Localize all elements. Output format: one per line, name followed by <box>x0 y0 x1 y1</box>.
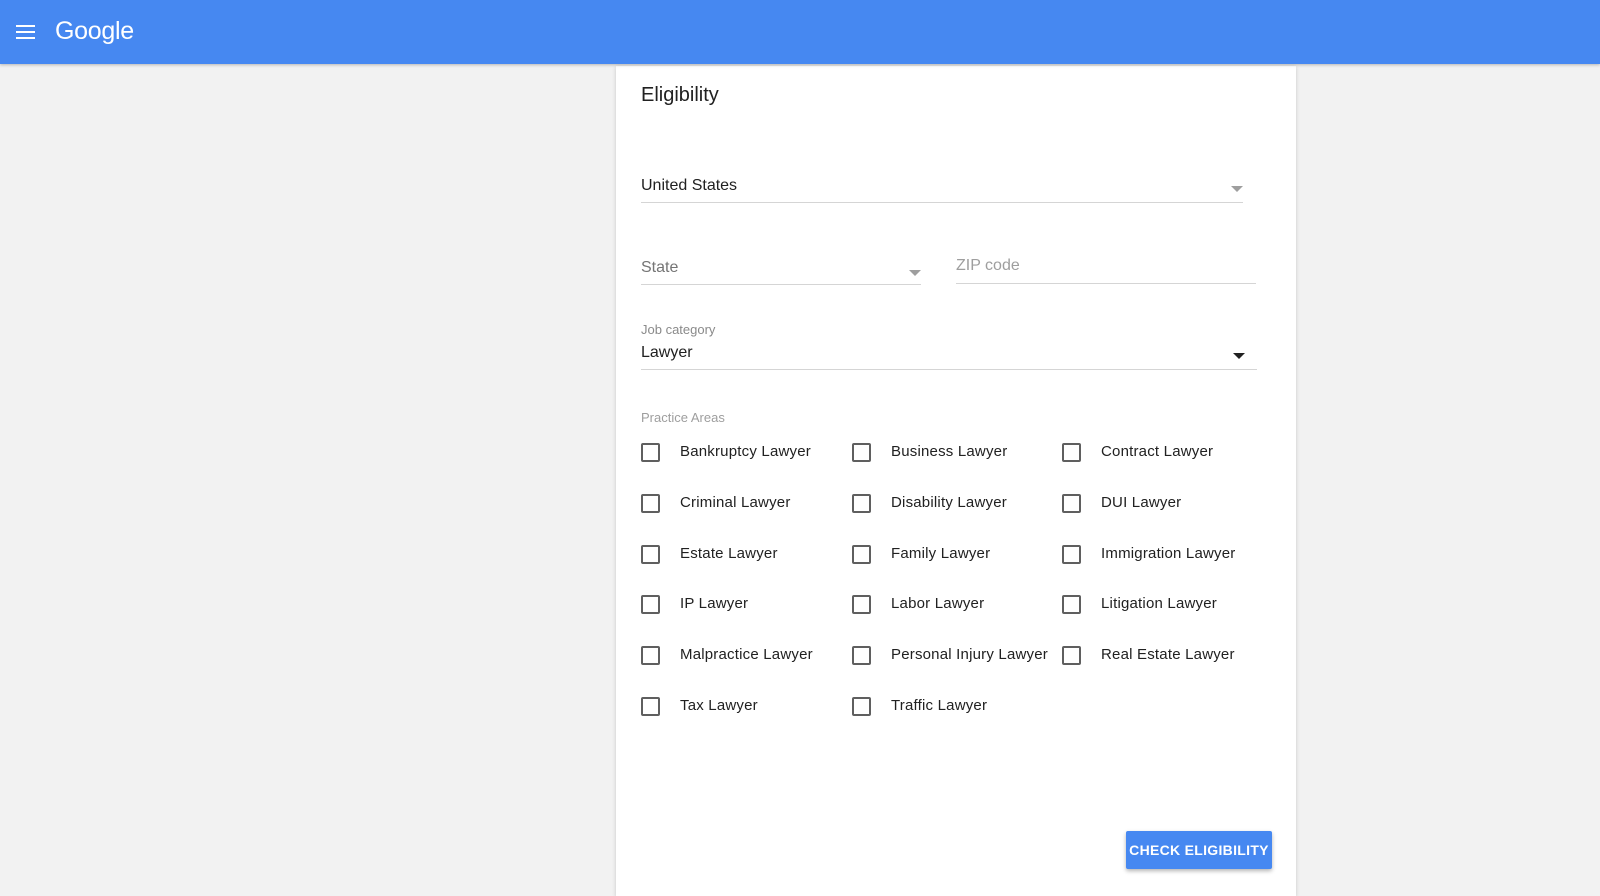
practice-area-item[interactable]: Tax Lawyer <box>641 694 852 745</box>
job-category-select[interactable]: Lawyer <box>641 341 1257 370</box>
practice-area-label: IP Lawyer <box>680 595 749 613</box>
practice-area-item[interactable]: IP Lawyer <box>641 592 852 643</box>
checkbox[interactable] <box>852 443 871 462</box>
checkbox[interactable] <box>852 646 871 666</box>
practice-area-item[interactable]: Estate Lawyer <box>641 542 852 593</box>
checkbox[interactable] <box>641 493 660 513</box>
practice-area-label: Tax Lawyer <box>680 696 758 714</box>
eligibility-card: Eligibility United States State Job cate… <box>616 66 1296 896</box>
country-select[interactable]: United States <box>641 174 1243 203</box>
app-header: Google <box>0 0 1600 64</box>
chevron-down-icon <box>1231 186 1243 192</box>
google-logo[interactable]: Google <box>55 16 134 46</box>
practice-area-item[interactable]: Disability Lawyer <box>852 491 1062 542</box>
checkbox[interactable] <box>641 595 660 615</box>
practice-area-label: Contract Lawyer <box>1101 443 1214 460</box>
practice-area-label: Disability Lawyer <box>891 493 1007 511</box>
practice-area-item[interactable]: Business Lawyer <box>852 440 1062 491</box>
chevron-down-icon <box>909 270 921 276</box>
practice-area-label: Business Lawyer <box>891 443 1008 460</box>
practice-area-label: Family Lawyer <box>891 544 991 562</box>
practice-area-item[interactable]: DUI Lawyer <box>1062 491 1272 542</box>
practice-area-label: Estate Lawyer <box>680 544 778 562</box>
checkbox[interactable] <box>641 443 660 462</box>
practice-area-item[interactable]: Personal Injury Lawyer <box>852 643 1062 694</box>
checkbox[interactable] <box>1062 595 1081 615</box>
checkbox[interactable] <box>1062 443 1081 462</box>
check-eligibility-button[interactable]: CHECK ELIGIBILITY <box>1126 831 1272 869</box>
practice-area-label: DUI Lawyer <box>1101 493 1182 511</box>
practice-area-item[interactable]: Immigration Lawyer <box>1062 542 1272 593</box>
state-select[interactable]: State <box>641 256 921 285</box>
country-select-value: United States <box>641 177 738 194</box>
practice-area-label: Real Estate Lawyer <box>1101 646 1235 664</box>
state-select-placeholder: State <box>641 259 679 276</box>
practice-areas-list: Bankruptcy Lawyer Business Lawyer Contra… <box>641 440 1281 745</box>
checkbox[interactable] <box>1062 493 1081 513</box>
practice-area-item[interactable]: Real Estate Lawyer <box>1062 643 1272 694</box>
practice-area-item[interactable]: Criminal Lawyer <box>641 491 852 542</box>
practice-area-label: Traffic Lawyer <box>891 696 988 714</box>
job-category-label: Job category <box>641 322 716 337</box>
checkbox[interactable] <box>852 595 871 615</box>
checkbox[interactable] <box>641 696 660 716</box>
practice-area-item[interactable]: Bankruptcy Lawyer <box>641 440 852 491</box>
hamburger-menu-icon[interactable] <box>16 22 36 42</box>
practice-area-label: Criminal Lawyer <box>680 493 791 511</box>
practice-area-label: Immigration Lawyer <box>1101 544 1236 562</box>
practice-area-label: Litigation Lawyer <box>1101 595 1217 613</box>
practice-area-label: Personal Injury Lawyer <box>891 646 1048 664</box>
practice-area-item[interactable]: Litigation Lawyer <box>1062 592 1272 643</box>
chevron-down-icon <box>1233 353 1245 359</box>
practice-area-item[interactable]: Malpractice Lawyer <box>641 643 852 694</box>
zip-code-input[interactable] <box>956 256 1256 284</box>
checkbox[interactable] <box>1062 544 1081 564</box>
checkbox[interactable] <box>852 696 871 716</box>
practice-areas-label: Practice Areas <box>641 410 725 425</box>
checkbox[interactable] <box>641 646 660 666</box>
checkbox[interactable] <box>1062 646 1081 666</box>
practice-area-item[interactable]: Traffic Lawyer <box>852 694 1062 745</box>
page-title: Eligibility <box>641 84 719 106</box>
checkbox[interactable] <box>641 544 660 564</box>
job-category-value: Lawyer <box>641 344 693 361</box>
practice-area-label: Labor Lawyer <box>891 595 985 613</box>
practice-area-label: Malpractice Lawyer <box>680 646 813 664</box>
practice-area-label: Bankruptcy Lawyer <box>680 443 811 460</box>
practice-area-item[interactable]: Contract Lawyer <box>1062 440 1272 491</box>
practice-area-item[interactable]: Family Lawyer <box>852 542 1062 593</box>
checkbox[interactable] <box>852 544 871 564</box>
checkbox[interactable] <box>852 493 871 513</box>
practice-area-item[interactable]: Labor Lawyer <box>852 592 1062 643</box>
